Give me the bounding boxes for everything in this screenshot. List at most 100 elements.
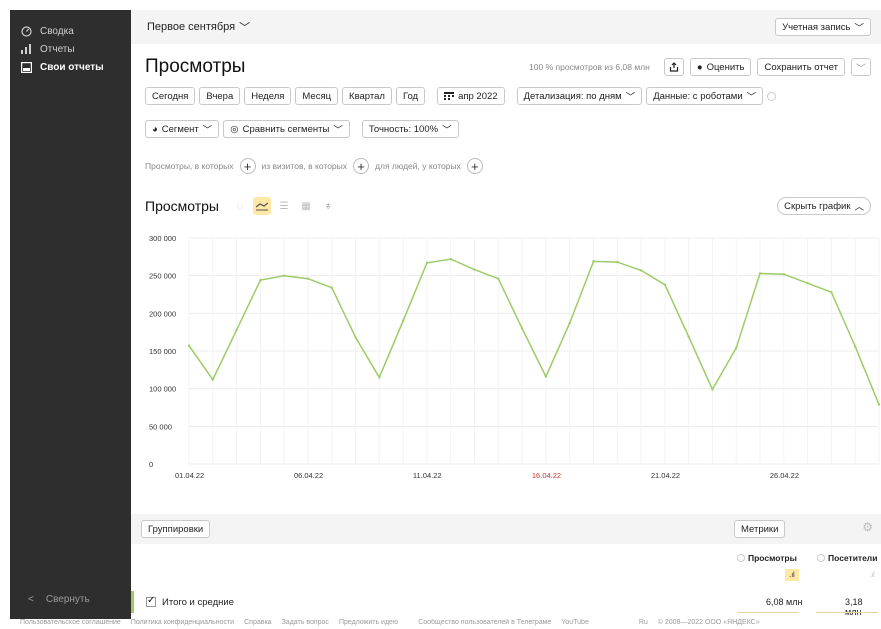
footer-link[interactable]: Сообщество пользователей в Телеграме bbox=[418, 619, 551, 629]
hide-chart-label: Скрыть график bbox=[784, 200, 851, 212]
period-week-button[interactable]: Неделя bbox=[244, 87, 292, 105]
visitors-chart-toggle-icon[interactable]: .ıl bbox=[865, 569, 879, 581]
footer-link[interactable]: Предложить идею bbox=[339, 619, 398, 629]
data-point[interactable] bbox=[877, 403, 881, 406]
data-point[interactable] bbox=[758, 272, 762, 275]
views-share-note: 100 % просмотров из 6,08 млн bbox=[529, 62, 650, 72]
period-quarter-button[interactable]: Квартал bbox=[342, 87, 392, 105]
groupings-button[interactable]: Группировки bbox=[141, 520, 211, 538]
sidebar-item-summary[interactable]: Сводка bbox=[10, 22, 131, 40]
data-point[interactable] bbox=[616, 260, 619, 264]
detail-select[interactable]: Детализация: по дням ﹀ bbox=[516, 87, 643, 105]
data-point[interactable] bbox=[211, 378, 214, 381]
sidebar-item-reports[interactable]: Отчеты bbox=[10, 40, 131, 58]
robots-select[interactable]: Данные: с роботами ﹀ bbox=[646, 87, 764, 105]
data-point[interactable] bbox=[711, 388, 714, 391]
compare-segments-button[interactable]: ◎ Сравнить сегменты ﹀ bbox=[223, 120, 350, 138]
counter-selector[interactable]: Первое сентября ﹀ bbox=[147, 19, 250, 35]
collapse-sidebar-button[interactable]: < Свернуть bbox=[10, 590, 131, 608]
condition-people-label: для людей, у которых bbox=[375, 161, 461, 171]
hide-chart-button[interactable]: Скрыть график ︿ bbox=[777, 197, 871, 215]
footer-link[interactable]: Справка bbox=[244, 619, 271, 629]
line-chart-type-icon[interactable] bbox=[253, 197, 271, 215]
account-button[interactable]: Учетная запись ﹀ bbox=[775, 18, 871, 36]
data-point[interactable] bbox=[639, 269, 643, 272]
pie-chart-type-icon[interactable]: ◌ bbox=[231, 197, 249, 215]
data-point[interactable] bbox=[520, 327, 524, 330]
map-chart-type-icon[interactable]: ♁ bbox=[319, 197, 337, 215]
data-point[interactable] bbox=[354, 336, 357, 339]
column-header-visitors[interactable]: Посетители bbox=[817, 553, 877, 563]
area-chart-type-icon[interactable]: ☰ bbox=[275, 197, 293, 215]
footer-link[interactable]: YouTube bbox=[561, 619, 589, 629]
data-point[interactable] bbox=[497, 277, 500, 280]
data-point[interactable] bbox=[378, 376, 381, 379]
chevron-down-icon: ﹀ bbox=[239, 22, 251, 34]
data-point[interactable] bbox=[187, 344, 191, 347]
column-header-views[interactable]: Просмотры bbox=[737, 553, 797, 563]
data-point[interactable] bbox=[282, 274, 286, 277]
data-point[interactable] bbox=[782, 272, 786, 276]
pie-icon: ◕ bbox=[152, 123, 158, 135]
data-point[interactable] bbox=[425, 261, 429, 265]
data-point[interactable] bbox=[330, 286, 333, 289]
data-point[interactable] bbox=[687, 335, 690, 338]
data-point[interactable] bbox=[830, 291, 833, 294]
period-yesterday-button[interactable]: Вчера bbox=[199, 87, 241, 105]
data-point[interactable] bbox=[449, 257, 452, 261]
custom-report-icon bbox=[20, 61, 32, 73]
data-point[interactable] bbox=[259, 278, 262, 282]
rate-button[interactable]: ● Оценить bbox=[689, 58, 752, 76]
sidebar-item-custom-reports[interactable]: Свои отчеты bbox=[10, 58, 131, 76]
data-point[interactable] bbox=[235, 328, 238, 332]
date-picker-button[interactable]: апр 2022 bbox=[437, 87, 505, 105]
period-today-button[interactable]: Сегодня bbox=[145, 87, 196, 105]
chevron-down-icon: ﹀ bbox=[442, 125, 452, 136]
data-point[interactable] bbox=[544, 375, 548, 378]
totals-checkbox[interactable] bbox=[146, 595, 156, 607]
views-line-chart[interactable]: 0 50 000 100 000 150 000 200 000 250 000 300 0… bbox=[145, 228, 881, 488]
bar-chart-type-icon[interactable]: ▦ bbox=[297, 197, 315, 215]
metrics-button[interactable]: Метрики bbox=[734, 520, 786, 538]
period-year-button[interactable]: Год bbox=[395, 87, 426, 105]
x-tick-label: 21.04.22 bbox=[651, 471, 680, 480]
robots-label: Данные: с роботами bbox=[653, 90, 743, 102]
accuracy-select[interactable]: Точность: 100% ﹀ bbox=[361, 120, 459, 138]
x-axis: 01.04.22 06.04.22 11.04.22 16.04.22 21.04.22… bbox=[175, 471, 799, 480]
data-point[interactable] bbox=[473, 268, 476, 271]
data-point[interactable] bbox=[806, 282, 809, 285]
data-point[interactable] bbox=[663, 283, 667, 286]
totals-label: Итого и средние bbox=[162, 596, 234, 608]
segment-button[interactable]: ◕ Сегмент ﹀ bbox=[145, 120, 220, 138]
segment-row: ◕ Сегмент ﹀ ◎ Сравнить сегменты ﹀ Точнос… bbox=[145, 120, 459, 138]
info-icon[interactable] bbox=[767, 91, 777, 101]
data-point[interactable] bbox=[854, 345, 857, 348]
y-tick-label: 200 000 bbox=[149, 309, 176, 318]
gear-icon[interactable]: ⚙ bbox=[862, 520, 873, 534]
language-switch[interactable]: Ru bbox=[639, 619, 648, 629]
export-button[interactable] bbox=[663, 58, 684, 76]
data-point[interactable] bbox=[568, 321, 571, 325]
footer-link[interactable]: Пользовательское соглашение bbox=[20, 619, 121, 629]
y-tick-label: 50 000 bbox=[149, 422, 172, 431]
segment-label: Сегмент bbox=[161, 123, 199, 135]
data-point[interactable] bbox=[592, 260, 595, 263]
add-people-condition-button[interactable]: + bbox=[466, 158, 483, 174]
footer-link[interactable]: Задать вопрос bbox=[282, 619, 329, 629]
footer-link[interactable]: Политика конфиденциальности bbox=[131, 619, 234, 629]
x-tick-label: 26.04.22 bbox=[770, 471, 799, 480]
add-views-condition-button[interactable]: + bbox=[239, 158, 256, 174]
period-month-button[interactable]: Месяц bbox=[295, 87, 339, 105]
data-point[interactable] bbox=[401, 319, 405, 323]
add-visits-condition-button[interactable]: + bbox=[353, 158, 370, 174]
more-button[interactable]: ﹀ bbox=[851, 58, 871, 76]
report-actions: 100 % просмотров из 6,08 млн ● Оценить С… bbox=[529, 58, 871, 76]
data-point[interactable] bbox=[735, 346, 738, 350]
share-icon bbox=[669, 62, 678, 72]
save-report-button[interactable]: Сохранить отчет bbox=[757, 58, 845, 76]
data-point[interactable] bbox=[306, 277, 310, 280]
views-chart-toggle-icon[interactable]: .ıl bbox=[785, 569, 799, 581]
chevron-up-icon: ︿ bbox=[854, 202, 864, 213]
x-tick-label: 06.04.22 bbox=[294, 471, 323, 480]
dashboard-icon bbox=[20, 25, 32, 37]
